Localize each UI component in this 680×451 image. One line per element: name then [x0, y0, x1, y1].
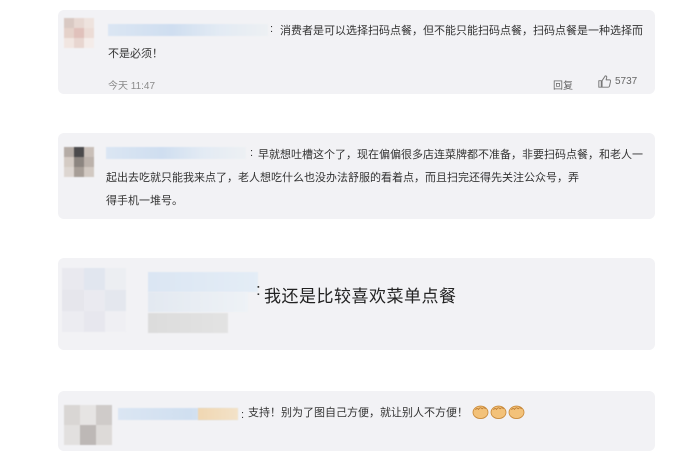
fist-emoji-icon: [472, 405, 489, 419]
username-blurred[interactable]: [108, 24, 268, 36]
colon-separator: :: [256, 280, 261, 299]
like-count: 5737: [615, 76, 638, 87]
comment-text: 我还是比较喜欢菜单点餐: [264, 287, 457, 306]
avatar[interactable]: [64, 147, 94, 177]
timestamp: 今天 11:47: [108, 81, 156, 92]
comment-text-line: 得手机一堆号。: [106, 195, 183, 207]
colon-separator: :: [241, 409, 245, 421]
comment-text-line: 支持！别为了图自己方便，就让别人不方便！: [248, 403, 525, 423]
comment-text: 支持！别为了图自己方便，就让别人不方便！: [248, 407, 468, 419]
avatar[interactable]: [64, 18, 94, 48]
comment-text-line: 早就想吐槽这个了，现在偏偏很多店连菜牌都不准备，非要扫码点餐，和老人一: [258, 149, 643, 161]
username-blurred[interactable]: [148, 272, 258, 292]
username-blurred[interactable]: [148, 313, 228, 333]
username-blurred[interactable]: [148, 292, 248, 312]
comment-card: : 消费者是可以选择扫码点餐，但不能只能扫码点餐，扫码点餐是一种选择而 不是必须…: [58, 10, 655, 94]
comment-card: : 早就想吐槽这个了，现在偏偏很多店连菜牌都不准备，非要扫码点餐，和老人一 起出…: [58, 133, 655, 219]
fist-emoji-icon: [490, 405, 507, 419]
username-blurred[interactable]: [106, 147, 246, 159]
comment-card: : 支持！别为了图自己方便，就让别人不方便！: [58, 391, 655, 451]
avatar[interactable]: [62, 268, 126, 332]
avatar[interactable]: [64, 405, 112, 445]
colon-separator: :: [270, 23, 274, 35]
colon-separator: :: [250, 147, 254, 159]
comment-text-line: 不是必须！: [108, 48, 163, 60]
like-button[interactable]: 5737: [598, 75, 637, 88]
comment-text-line: 起出去吃就只能我来点了，老人想吃什么也没办法舒服的看着点，而且扫完还得先关注公众…: [106, 172, 579, 184]
fist-emoji-icon: [508, 405, 525, 419]
thumbs-up-icon: [598, 75, 611, 88]
reply-button[interactable]: 回复: [553, 77, 573, 92]
comment-card: : 我还是比较喜欢菜单点餐: [58, 258, 655, 350]
badge-blurred: [198, 408, 238, 420]
comment-text-line: 消费者是可以选择扫码点餐，但不能只能扫码点餐，扫码点餐是一种选择而: [280, 25, 643, 37]
